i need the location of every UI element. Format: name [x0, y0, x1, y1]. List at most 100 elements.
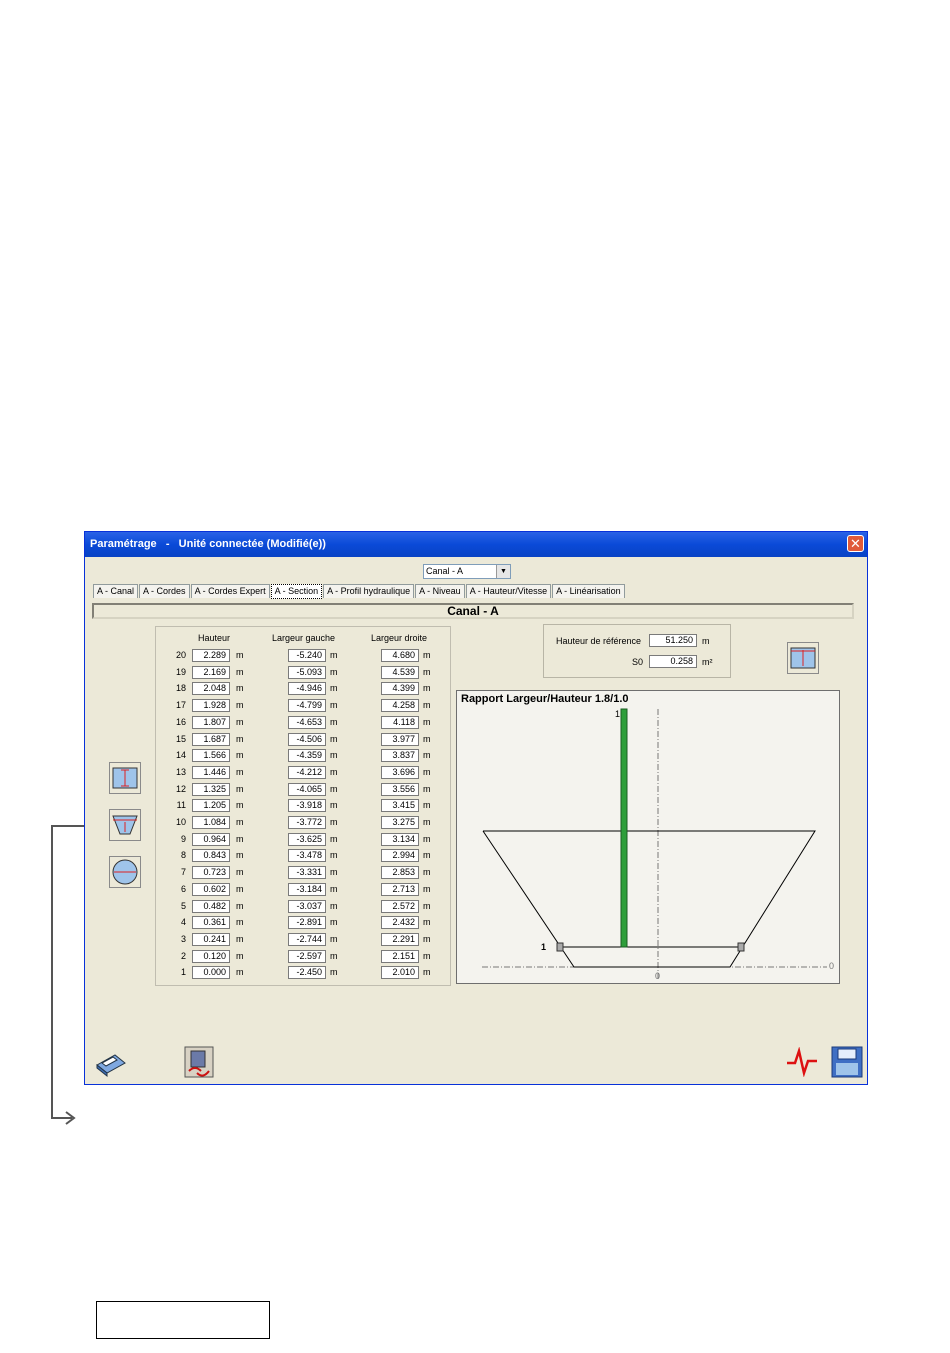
largeur-droite-unit: m	[423, 850, 431, 861]
largeur-droite-field[interactable]: 4.118	[381, 715, 419, 729]
signal-button[interactable]	[785, 1046, 819, 1078]
tab-profil-hydraulique[interactable]: A - Profil hydraulique	[323, 584, 415, 598]
largeur-droite-field[interactable]: 2.713	[381, 882, 419, 896]
largeur-gauche-unit: m	[330, 700, 338, 711]
largeur-gauche-field[interactable]: -3.184	[288, 882, 326, 896]
canal-select[interactable]: Canal - A ▼	[423, 564, 511, 579]
tab-hauteur-vitesse[interactable]: A - Hauteur/Vitesse	[465, 584, 552, 598]
largeur-gauche-field[interactable]: -4.946	[288, 682, 326, 696]
largeur-gauche-field[interactable]: -4.359	[288, 749, 326, 763]
largeur-gauche-unit: m	[330, 967, 338, 978]
largeur-gauche-field[interactable]: -3.772	[288, 816, 326, 829]
largeur-droite-field[interactable]: 2.151	[381, 949, 419, 963]
hauteur-unit: m	[236, 917, 244, 928]
hauteur-field[interactable]: 1.807	[192, 715, 230, 729]
hauteur-field[interactable]: 1.687	[192, 732, 230, 746]
printer-icon	[96, 1054, 126, 1078]
s0-field[interactable]: 0.258	[649, 655, 697, 668]
x-zero-label: 0	[655, 971, 661, 981]
tab-canal[interactable]: A - Canal	[93, 584, 139, 598]
largeur-gauche-field[interactable]: -4.653	[288, 715, 326, 729]
largeur-droite-field[interactable]: 4.539	[381, 665, 419, 679]
largeur-droite-field[interactable]: 4.399	[381, 682, 419, 696]
print-button[interactable]	[93, 1047, 127, 1079]
largeur-droite-field[interactable]: 2.010	[381, 966, 419, 980]
largeur-gauche-field[interactable]: -3.918	[288, 799, 326, 813]
hauteur-field[interactable]: 1.446	[192, 765, 230, 779]
hauteur-field[interactable]: 2.048	[192, 682, 230, 696]
row-number: 7	[180, 867, 186, 878]
largeur-droite-field[interactable]: 3.275	[381, 816, 419, 829]
largeur-gauche-field[interactable]: -3.478	[288, 849, 326, 863]
hauteur-field[interactable]: 0.964	[192, 832, 230, 846]
hauteur-field[interactable]: 0.723	[192, 866, 230, 880]
header-hauteur: Hauteur	[198, 633, 231, 643]
save-button[interactable]	[831, 1046, 863, 1078]
rectangle-section-icon	[112, 767, 138, 789]
largeur-droite-field[interactable]: 2.572	[381, 899, 419, 913]
hauteur-reference-field[interactable]: 51.250	[649, 634, 697, 647]
hauteur-field[interactable]: 0.843	[192, 849, 230, 863]
largeur-gauche-field[interactable]: -5.240	[288, 649, 326, 662]
hauteur-field[interactable]: 0.602	[192, 882, 230, 896]
largeur-droite-field[interactable]: 4.258	[381, 699, 419, 713]
largeur-droite-field[interactable]: 2.994	[381, 849, 419, 863]
close-button[interactable]: ✕	[847, 535, 864, 552]
circle-section-button[interactable]	[109, 856, 141, 888]
hauteur-unit: m	[236, 783, 244, 794]
hauteur-field[interactable]: 0.482	[192, 899, 230, 913]
hauteur-field[interactable]: 0.241	[192, 932, 230, 946]
largeur-droite-field[interactable]: 4.680	[381, 649, 419, 662]
hauteur-field[interactable]: 2.169	[192, 665, 230, 679]
hauteur-field[interactable]: 0.361	[192, 916, 230, 930]
canal-select-value: Canal - A	[426, 566, 464, 576]
hauteur-field[interactable]: 1.325	[192, 782, 230, 796]
largeur-gauche-field[interactable]: -4.065	[288, 782, 326, 796]
tab-cordes[interactable]: A - Cordes	[139, 584, 190, 598]
tab-section[interactable]: A - Section	[270, 584, 323, 599]
row-number: 6	[180, 883, 186, 894]
hauteur-field[interactable]: 1.566	[192, 749, 230, 763]
largeur-gauche-field[interactable]: -3.037	[288, 899, 326, 913]
largeur-droite-field[interactable]: 3.134	[381, 832, 419, 846]
largeur-droite-field[interactable]: 3.556	[381, 782, 419, 796]
largeur-gauche-field[interactable]: -3.331	[288, 866, 326, 880]
hauteur-field[interactable]: 2.289	[192, 649, 230, 662]
section-shape-view-button[interactable]	[787, 642, 819, 674]
tab-cordes-expert[interactable]: A - Cordes Expert	[190, 584, 270, 598]
largeur-droite-field[interactable]: 2.291	[381, 932, 419, 946]
largeur-droite-unit: m	[423, 666, 431, 677]
height-bar-label: 1	[615, 709, 621, 719]
close-icon: ✕	[850, 536, 861, 551]
largeur-gauche-field[interactable]: -4.799	[288, 699, 326, 713]
tab-niveau[interactable]: A - Niveau	[415, 584, 465, 598]
largeur-gauche-field[interactable]: -2.744	[288, 932, 326, 946]
largeur-gauche-field[interactable]: -2.891	[288, 916, 326, 930]
hauteur-field[interactable]: 0.000	[192, 966, 230, 980]
save-icon	[831, 1046, 863, 1078]
largeur-gauche-unit: m	[330, 917, 338, 928]
hauteur-field[interactable]: 1.084	[192, 816, 230, 829]
largeur-droite-field[interactable]: 2.853	[381, 866, 419, 880]
largeur-gauche-unit: m	[330, 900, 338, 911]
largeur-droite-field[interactable]: 3.415	[381, 799, 419, 813]
largeur-gauche-field[interactable]: -5.093	[288, 665, 326, 679]
hauteur-field[interactable]: 1.928	[192, 699, 230, 713]
tab-linearisation[interactable]: A - Linéarisation	[552, 584, 625, 598]
largeur-gauche-field[interactable]: -2.450	[288, 966, 326, 980]
largeur-gauche-field[interactable]: -4.506	[288, 732, 326, 746]
largeur-gauche-field[interactable]: -3.625	[288, 832, 326, 846]
largeur-gauche-field[interactable]: -4.212	[288, 765, 326, 779]
largeur-droite-field[interactable]: 3.837	[381, 749, 419, 763]
hauteur-field[interactable]: 0.120	[192, 949, 230, 963]
hauteur-field[interactable]: 1.205	[192, 799, 230, 813]
chevron-down-icon[interactable]: ▼	[496, 565, 510, 578]
largeur-droite-field[interactable]: 3.977	[381, 732, 419, 746]
largeur-gauche-unit: m	[330, 650, 338, 660]
largeur-droite-field[interactable]: 2.432	[381, 916, 419, 930]
largeur-droite-field[interactable]: 3.696	[381, 765, 419, 779]
transfer-button[interactable]	[183, 1045, 215, 1079]
trapezoid-section-button[interactable]	[109, 809, 141, 841]
rectangle-section-button[interactable]	[109, 762, 141, 794]
largeur-gauche-field[interactable]: -2.597	[288, 949, 326, 963]
